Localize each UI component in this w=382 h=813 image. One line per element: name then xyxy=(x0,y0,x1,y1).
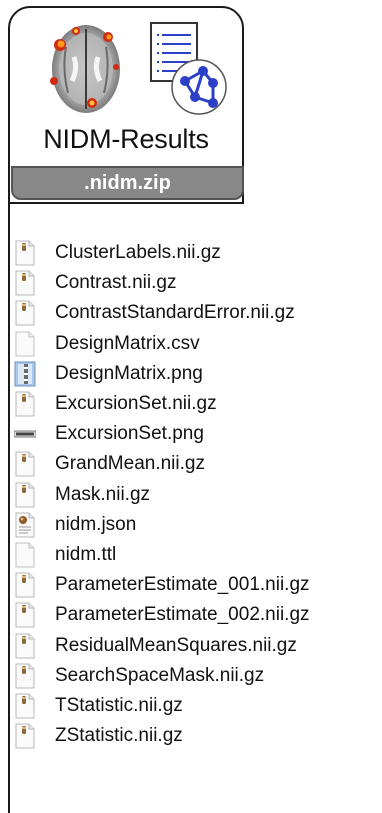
file-item[interactable]: ZStatistic.nii.gz xyxy=(14,721,382,751)
file-item[interactable]: ContrastStandardError.nii.gz xyxy=(14,298,382,328)
file-name: Mask.nii.gz xyxy=(55,483,151,505)
file-name: ZStatistic.nii.gz xyxy=(55,725,183,747)
nifti-file-icon xyxy=(14,482,36,508)
network-graph-icon xyxy=(171,59,227,115)
file-name: nidm.json xyxy=(55,513,137,535)
brain-activation-icon xyxy=(50,25,120,113)
file-item[interactable]: nidm.json xyxy=(14,510,382,540)
file-list: ClusterLabels.nii.gz Contrast.nii.gz Contr… xyxy=(14,238,382,751)
file-item[interactable]: ResidualMeanSquares.nii.gz xyxy=(14,630,382,660)
text-file-icon xyxy=(14,331,36,357)
file-name: SearchSpaceMask.nii.gz xyxy=(55,664,265,686)
nifti-file-icon xyxy=(14,723,36,749)
file-name: ParameterEstimate_001.nii.gz xyxy=(55,574,310,596)
nifti-file-icon xyxy=(14,451,36,477)
image-file-icon xyxy=(14,421,36,447)
file-name: ContrastStandardError.nii.gz xyxy=(55,302,295,324)
nifti-file-icon xyxy=(14,300,36,326)
file-item[interactable]: ExcursionSet.png xyxy=(14,419,382,449)
file-item[interactable]: ClusterLabels.nii.gz xyxy=(14,238,382,268)
zip-file-name: .nidm.zip xyxy=(84,171,171,194)
nifti-file-icon xyxy=(14,572,36,598)
file-item[interactable]: SearchSpaceMask.nii.gz xyxy=(14,661,382,691)
image-file-icon xyxy=(14,361,36,387)
file-item[interactable]: Contrast.nii.gz xyxy=(14,268,382,298)
zip-file-label[interactable]: .nidm.zip xyxy=(11,166,244,200)
file-name: TStatistic.nii.gz xyxy=(55,694,183,716)
file-item[interactable]: DesignMatrix.csv xyxy=(14,329,382,359)
file-item[interactable]: DesignMatrix.png xyxy=(14,359,382,389)
nifti-file-icon xyxy=(14,270,36,296)
nifti-file-icon xyxy=(14,602,36,628)
tree-line xyxy=(8,200,10,813)
document-list-icon xyxy=(150,22,227,115)
json-file-icon xyxy=(14,512,36,538)
card-title: NIDM-Results xyxy=(43,124,209,154)
file-name: ExcursionSet.nii.gz xyxy=(55,393,217,415)
file-item[interactable]: ExcursionSet.nii.gz xyxy=(14,389,382,419)
file-name: Contrast.nii.gz xyxy=(55,272,177,294)
file-name: ExcursionSet.png xyxy=(55,423,204,445)
nifti-file-icon xyxy=(14,693,36,719)
nifti-file-icon xyxy=(14,663,36,689)
file-item[interactable]: ParameterEstimate_002.nii.gz xyxy=(14,600,382,630)
file-name: ParameterEstimate_002.nii.gz xyxy=(55,604,310,626)
file-item[interactable]: ParameterEstimate_001.nii.gz xyxy=(14,570,382,600)
file-item[interactable]: Mask.nii.gz xyxy=(14,480,382,510)
file-item[interactable]: nidm.ttl xyxy=(14,540,382,570)
nifti-file-icon xyxy=(14,391,36,417)
file-name: DesignMatrix.csv xyxy=(55,332,200,354)
nifti-file-icon xyxy=(14,240,36,266)
nifti-file-icon xyxy=(14,633,36,659)
text-file-icon xyxy=(14,542,36,568)
file-item[interactable]: GrandMean.nii.gz xyxy=(14,449,382,479)
file-name: nidm.ttl xyxy=(55,543,117,565)
file-name: ResidualMeanSquares.nii.gz xyxy=(55,634,297,656)
file-name: GrandMean.nii.gz xyxy=(55,453,205,475)
file-item[interactable]: TStatistic.nii.gz xyxy=(14,691,382,721)
file-name: ClusterLabels.nii.gz xyxy=(55,242,221,264)
file-name: DesignMatrix.png xyxy=(55,362,203,384)
